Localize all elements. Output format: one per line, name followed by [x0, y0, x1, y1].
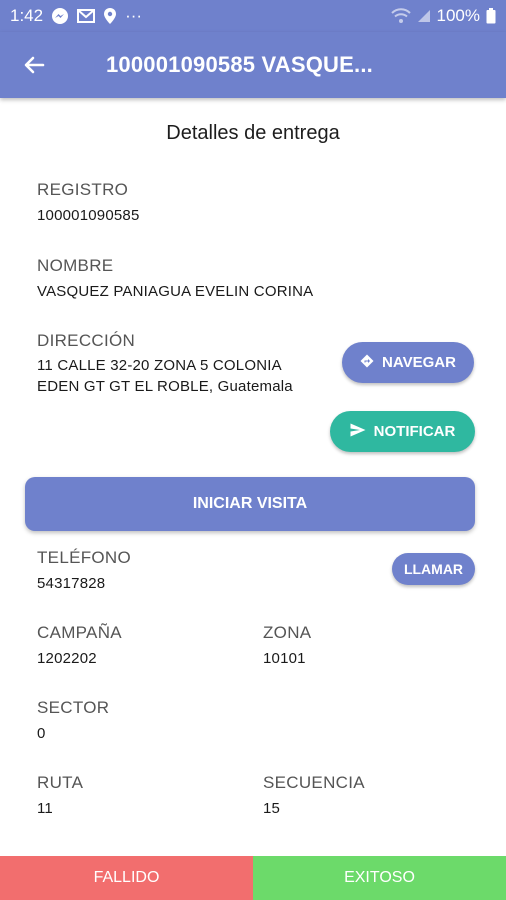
notificar-button[interactable]: NOTIFICAR: [330, 411, 475, 452]
status-bar: 1:42 ··· 100%: [0, 0, 506, 32]
registro-value: 100001090585: [37, 207, 140, 224]
direccion-line2: EDEN GT GT EL ROBLE, Guatemala: [37, 378, 293, 395]
more-notifications-icon: ···: [125, 6, 143, 25]
ruta-label: RUTA: [37, 773, 84, 792]
exitoso-button[interactable]: EXITOSO: [253, 856, 506, 900]
llamar-button[interactable]: LLAMAR: [392, 553, 475, 585]
status-right: 100%: [390, 6, 496, 26]
notificar-label: NOTIFICAR: [373, 423, 456, 440]
iniciar-visita-button[interactable]: INICIAR VISITA: [25, 477, 475, 531]
navegar-button[interactable]: NAVEGAR: [342, 342, 474, 383]
direccion-line1: 11 CALLE 32-20 ZONA 5 COLONIA: [37, 357, 282, 374]
zona-label: ZONA: [263, 623, 312, 642]
navegar-label: NAVEGAR: [382, 354, 456, 371]
signal-icon: [417, 9, 431, 23]
campana-label: CAMPAÑA: [37, 623, 122, 642]
back-arrow-icon[interactable]: [20, 51, 48, 79]
gmail-icon: [77, 9, 96, 23]
bottom-action-bar: FALLIDO EXITOSO: [0, 856, 506, 900]
app-title: 100001090585 VASQUE...: [106, 52, 373, 77]
telefono-label: TELÉFONO: [37, 548, 132, 567]
battery-icon: [486, 8, 496, 24]
status-left: 1:42 ···: [10, 6, 142, 26]
sector-label: SECTOR: [37, 698, 110, 717]
location-icon: [103, 7, 117, 25]
app-bar: 100001090585 VASQUE...: [0, 32, 506, 98]
sector-value: 0: [37, 725, 46, 742]
ruta-value: 11: [37, 800, 53, 817]
battery-percent: 100%: [436, 6, 480, 25]
messenger-icon: [51, 7, 69, 25]
secuencia-value: 15: [263, 800, 281, 817]
nombre-label: NOMBRE: [37, 256, 114, 275]
nombre-value: VASQUEZ PANIAGUA EVELIN CORINA: [37, 283, 314, 300]
direccion-label: DIRECCIÓN: [37, 331, 136, 350]
send-icon: [350, 423, 366, 441]
section-title: Detalles de entrega: [166, 122, 340, 144]
telefono-value: 54317828: [37, 575, 106, 592]
secuencia-label: SECUENCIA: [263, 773, 365, 792]
status-time: 1:42: [10, 6, 44, 25]
directions-icon: [360, 354, 374, 372]
wifi-icon: [390, 8, 411, 24]
fallido-button[interactable]: FALLIDO: [0, 856, 253, 900]
registro-label: REGISTRO: [37, 180, 129, 199]
campana-value: 1202202: [37, 650, 97, 667]
zona-value: 10101: [263, 650, 306, 667]
